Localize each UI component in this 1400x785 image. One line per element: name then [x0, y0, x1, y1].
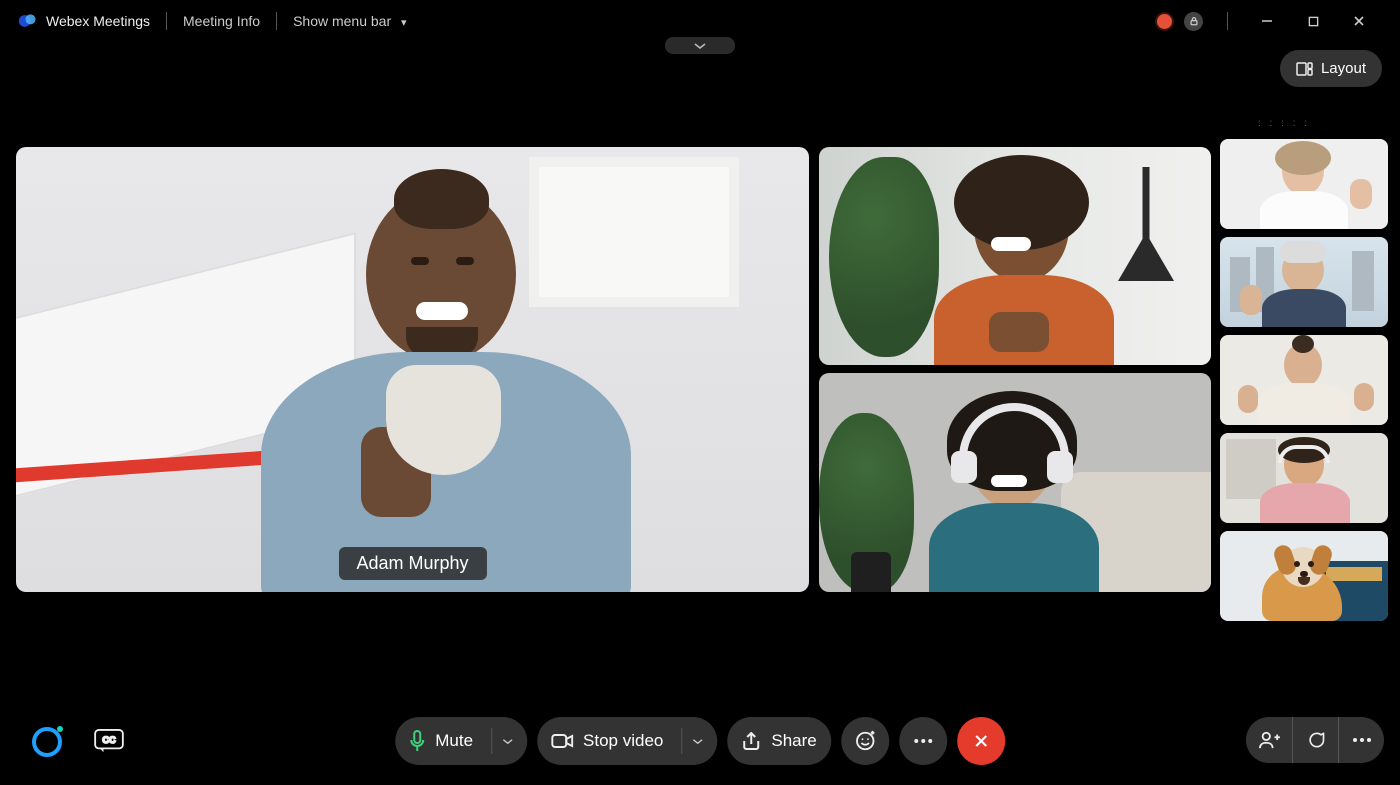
webex-logo-icon [18, 11, 38, 31]
minimize-button[interactable] [1244, 0, 1290, 42]
divider [1227, 12, 1228, 30]
participant-thumbnail[interactable] [1220, 531, 1388, 621]
close-button[interactable] [1336, 0, 1382, 42]
layout-button[interactable]: Layout [1280, 50, 1382, 87]
participant-thumbnail[interactable] [1220, 139, 1388, 229]
stop-video-button[interactable]: Stop video [537, 717, 717, 765]
panel-options-button[interactable] [1338, 717, 1384, 763]
maximize-button[interactable] [1290, 0, 1336, 42]
more-options-button[interactable] [899, 717, 947, 765]
svg-text:CC: CC [102, 735, 116, 745]
webex-assistant-icon[interactable] [30, 723, 66, 759]
layout-icon [1296, 62, 1313, 76]
drag-handle-icon[interactable]: : : : : : [1258, 118, 1310, 129]
camera-icon [551, 733, 573, 749]
mute-label: Mute [435, 731, 473, 751]
active-speaker-video[interactable]: Adam Murphy [16, 147, 809, 592]
mute-button[interactable]: Mute [395, 717, 527, 765]
leave-meeting-button[interactable] [957, 717, 1005, 765]
lock-icon [1184, 12, 1203, 31]
divider [166, 12, 167, 30]
participant-thumbnail[interactable] [1220, 335, 1388, 425]
layout-label: Layout [1321, 60, 1366, 77]
microphone-icon [409, 730, 425, 752]
reactions-button[interactable] [841, 717, 889, 765]
participants-panel-button[interactable] [1246, 717, 1292, 763]
mute-options-chevron[interactable] [491, 728, 513, 754]
share-icon [741, 732, 761, 750]
closed-captions-button[interactable]: CC [94, 729, 124, 753]
app-title: Webex Meetings [46, 13, 150, 29]
recording-indicator-icon [1157, 14, 1172, 29]
participant-thumbnail[interactable] [1220, 237, 1388, 327]
meeting-info-label: Meeting Info [183, 13, 260, 29]
participant-video[interactable] [819, 373, 1211, 592]
expand-menu-handle[interactable] [665, 37, 735, 54]
show-menu-bar-toggle[interactable]: Show menu bar ▾ [293, 13, 406, 29]
stop-video-label: Stop video [583, 731, 663, 751]
chevron-down-icon: ▾ [401, 17, 407, 29]
share-button[interactable]: Share [727, 717, 830, 765]
meeting-info-link[interactable]: Meeting Info [183, 13, 260, 29]
chat-panel-button[interactable] [1292, 717, 1338, 763]
active-speaker-nametag: Adam Murphy [338, 547, 486, 580]
participant-thumbnail[interactable] [1220, 433, 1388, 523]
show-menu-bar-label: Show menu bar [293, 13, 391, 29]
share-label: Share [771, 731, 816, 751]
participant-video[interactable] [819, 147, 1211, 365]
video-options-chevron[interactable] [681, 728, 703, 754]
divider [276, 12, 277, 30]
